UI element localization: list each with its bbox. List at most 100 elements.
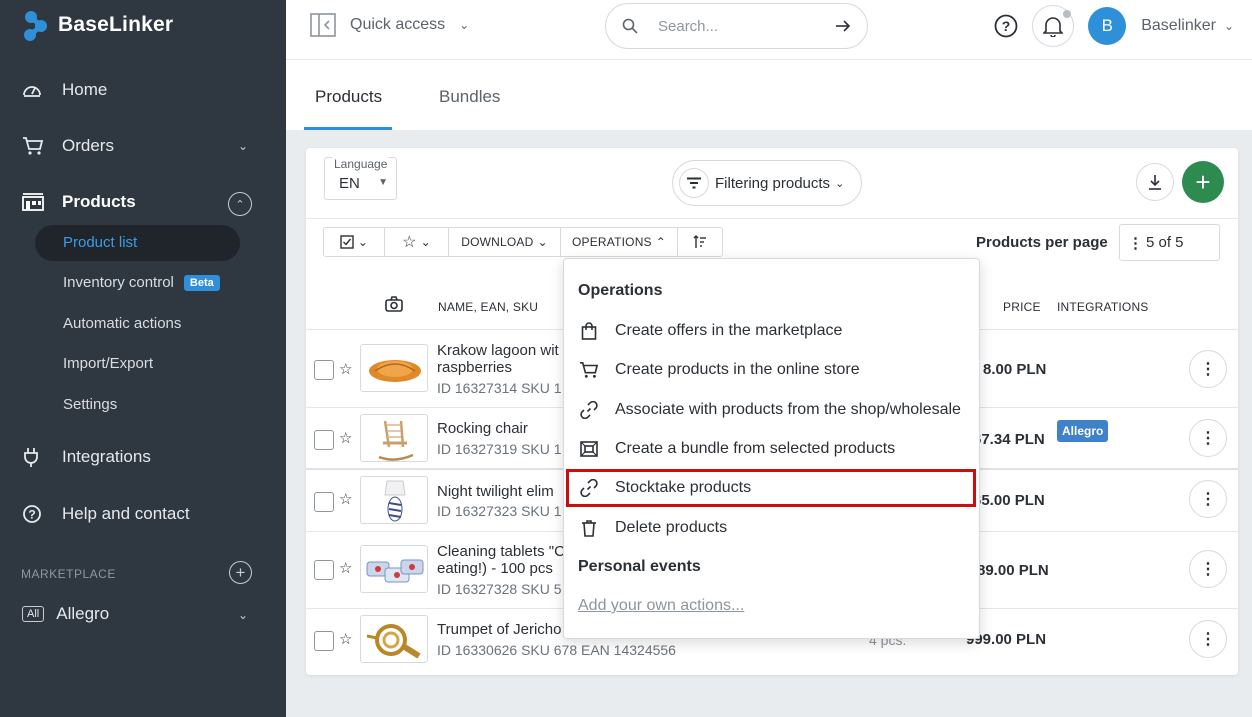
baselinker-logo-icon <box>24 11 47 41</box>
active-tab-indicator <box>304 127 392 130</box>
personal-events-heading: Personal events <box>578 558 701 575</box>
top-bar: Quick access ⌄ Search... ? B Baselinker … <box>286 0 1252 60</box>
star-icon[interactable]: ☆ <box>339 490 352 508</box>
menu-item-label: Create products in the online store <box>615 361 860 378</box>
menu-item-create-products-store[interactable]: Create products in the online store <box>578 360 860 380</box>
product-name[interactable]: Cleaning tablets "C eating!) - 100 pcs <box>437 543 577 577</box>
integration-badge-allegro[interactable]: Allegro <box>1057 420 1109 442</box>
cart-icon <box>578 360 600 380</box>
add-own-actions-link[interactable]: Add your own actions... <box>578 597 744 615</box>
row-checkbox[interactable] <box>314 492 334 512</box>
star-icon[interactable]: ☆ <box>339 429 352 447</box>
help-button[interactable]: ? <box>986 6 1026 46</box>
sidebar-item-automatic-actions[interactable]: Automatic actions <box>63 315 181 332</box>
add-marketplace-button[interactable]: + <box>229 561 252 584</box>
download-button[interactable] <box>1136 163 1174 201</box>
bell-icon <box>1043 17 1064 37</box>
collapse-products-button[interactable]: ⌃ <box>228 192 252 216</box>
menu-item-label: Create offers in the marketplace <box>615 322 843 339</box>
per-page-value: 5 of 5 <box>1146 234 1184 251</box>
sidebar-item-help[interactable]: ? Help and contact <box>22 503 190 525</box>
product-id: ID 16327328 SKU 5 <box>437 581 562 597</box>
row-actions-button[interactable]: ⋮ <box>1189 480 1227 518</box>
star-icon[interactable]: ☆ <box>339 559 352 577</box>
download-menu-button[interactable]: DOWNLOAD ⌄ <box>449 228 561 256</box>
svg-text:?: ? <box>1002 18 1011 34</box>
search-bar[interactable]: Search... <box>605 3 868 49</box>
arrow-right-icon[interactable] <box>835 19 851 33</box>
product-price: 89.00 PLN <box>977 562 1049 579</box>
divider <box>306 218 1238 219</box>
product-thumbnail[interactable] <box>360 414 428 462</box>
column-header-price[interactable]: PRICE <box>1003 300 1041 314</box>
kebab-icon: ⋮ <box>1200 491 1216 508</box>
product-thumbnail[interactable] <box>360 344 428 392</box>
product-id: ID 16330626 SKU 678 EAN 14324556 <box>437 642 676 658</box>
menu-item-associate-products[interactable]: Associate with products from the shop/wh… <box>578 400 961 420</box>
sidebar-item-inventory-control[interactable]: Inventory control Beta <box>63 274 220 291</box>
add-product-button[interactable]: + <box>1182 161 1224 203</box>
brand-logo[interactable]: BaseLinker <box>22 8 173 42</box>
per-page-select[interactable]: ⋮ 5 of 5 <box>1119 224 1220 261</box>
operations-label: OPERATIONS <box>571 235 652 249</box>
chevron-down-icon: ⌄ <box>835 177 845 190</box>
row-checkbox[interactable] <box>314 360 334 380</box>
select-all-button[interactable]: ⌄ <box>324 228 385 256</box>
sidebar-item-orders[interactable]: Orders ⌄ <box>22 135 248 157</box>
menu-item-create-offers[interactable]: Create offers in the marketplace <box>578 321 842 341</box>
notifications-button[interactable] <box>1032 5 1075 47</box>
sidebar-item-label: Home <box>62 80 108 99</box>
product-thumbnail[interactable] <box>360 615 428 663</box>
chevron-down-icon: ▼ <box>378 177 388 188</box>
dashboard-icon <box>22 79 50 101</box>
operations-menu-button[interactable]: OPERATIONS ⌃ <box>561 228 678 256</box>
bundle-icon <box>578 439 600 459</box>
row-checkbox[interactable] <box>314 631 334 651</box>
chevron-down-icon[interactable]: ⌄ <box>1224 19 1234 33</box>
quick-access-label: Quick access <box>350 16 446 33</box>
link-icon <box>578 478 600 498</box>
sidebar-item-import-export[interactable]: Import/Export <box>63 355 153 372</box>
sort-icon <box>693 235 706 248</box>
column-header-name[interactable]: NAME, EAN, SKU <box>438 300 538 314</box>
row-actions-button[interactable]: ⋮ <box>1189 419 1227 457</box>
kebab-icon: ⋮ <box>1200 631 1216 648</box>
product-name[interactable]: Night twilight elim <box>437 483 567 500</box>
search-input[interactable]: Search... <box>658 18 835 35</box>
star-icon[interactable]: ☆ <box>339 630 352 648</box>
favorites-button[interactable]: ☆ ⌄ <box>385 228 449 256</box>
avatar[interactable]: B <box>1088 7 1127 45</box>
sort-button[interactable] <box>678 228 722 256</box>
product-thumbnail[interactable] <box>360 545 428 593</box>
kebab-icon: ⋮ <box>1200 430 1216 447</box>
product-name[interactable]: Trumpet of Jericho <box>437 621 567 638</box>
sidebar-item-home[interactable]: Home <box>22 79 107 101</box>
user-name[interactable]: Baselinker <box>1141 17 1216 35</box>
row-checkbox[interactable] <box>314 560 334 580</box>
tab-bundles[interactable]: Bundles <box>439 87 500 107</box>
product-id: ID 16327323 SKU 1 <box>437 503 562 519</box>
sidebar-item-allegro[interactable]: All Allegro ⌄ <box>22 604 248 624</box>
row-actions-button[interactable]: ⋮ <box>1189 350 1227 388</box>
tab-products[interactable]: Products <box>315 87 382 107</box>
menu-item-create-bundle[interactable]: Create a bundle from selected products <box>578 439 895 459</box>
operations-dropdown: Operations Create offers in the marketpl… <box>563 258 980 639</box>
product-thumbnail[interactable] <box>360 476 428 524</box>
row-actions-button[interactable]: ⋮ <box>1189 550 1227 588</box>
star-icon[interactable]: ☆ <box>339 360 352 378</box>
menu-item-label: Delete products <box>615 519 728 536</box>
filter-icon <box>679 168 709 198</box>
quick-access[interactable]: Quick access ⌄ <box>310 13 469 37</box>
filtering-products-button[interactable]: Filtering products ⌄ <box>672 160 862 206</box>
row-actions-button[interactable]: ⋮ <box>1189 620 1227 658</box>
sidebar-item-settings[interactable]: Settings <box>63 396 117 413</box>
sidebar-item-integrations[interactable]: Integrations <box>22 446 151 468</box>
menu-item-stocktake-products[interactable]: Stocktake products <box>578 478 751 498</box>
menu-item-delete-products[interactable]: Delete products <box>578 518 727 538</box>
product-name[interactable]: Rocking chair <box>437 420 577 437</box>
language-select[interactable]: Language EN ▼ <box>324 157 397 200</box>
sidebar-item-product-list[interactable]: Product list <box>63 234 137 251</box>
sidebar-item-products[interactable]: Products <box>22 191 252 213</box>
product-name[interactable]: Krakow lagoon wit raspberries <box>437 342 577 376</box>
row-checkbox[interactable] <box>314 430 334 450</box>
